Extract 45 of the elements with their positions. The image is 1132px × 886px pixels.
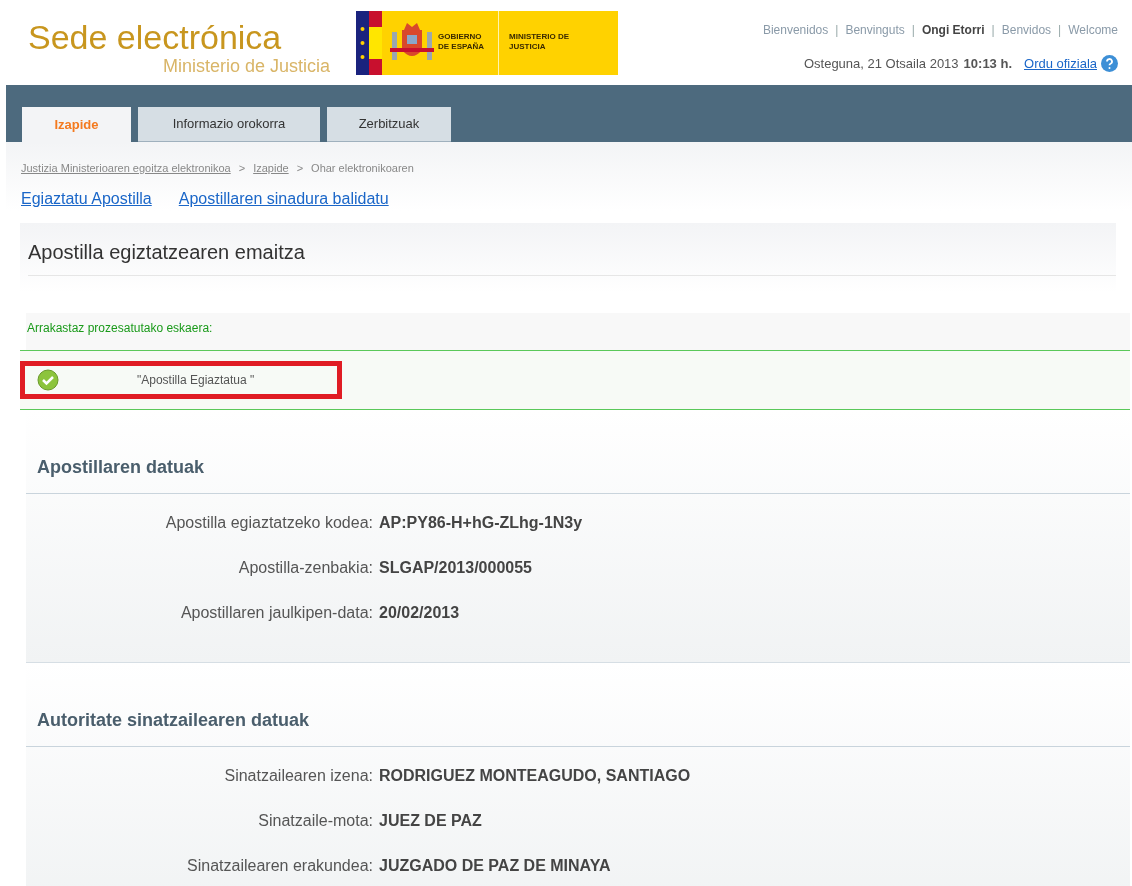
site-subtitle: Ministerio de Justicia bbox=[162, 56, 330, 76]
page-link[interactable]: Apostillaren sinadura balidatu bbox=[178, 186, 389, 211]
breadcrumb-current: Ohar elektronikoaren bbox=[311, 161, 414, 176]
section-title: Apostillaren datuak bbox=[26, 409, 1130, 494]
success-message: Arrakastaz prozesatutako eskaera: bbox=[26, 319, 214, 337]
language-link[interactable]: Benvinguts bbox=[845, 21, 905, 39]
field-value: JUZGADO DE PAZ DE MINAYA bbox=[379, 855, 611, 876]
field-value: SLGAP/2013/000055 bbox=[379, 557, 532, 578]
field-label: Sinatzaile-mota: bbox=[257, 810, 373, 831]
section-title: Autoritate sinatzailearen datuak bbox=[26, 662, 1130, 747]
breadcrumb-separator: > bbox=[296, 161, 304, 176]
field-label: Apostillaren jaulkipen-data: bbox=[179, 602, 373, 623]
language-link[interactable]: Benvidos bbox=[1001, 21, 1052, 39]
field-label: Apostilla egiaztatzeko kodea: bbox=[164, 512, 373, 533]
official-time-link[interactable]: Ordu ofiziala bbox=[1024, 54, 1097, 74]
status-text: "Apostilla Egiaztatua " bbox=[137, 371, 255, 389]
field-label: Apostilla-zenbakia: bbox=[237, 557, 373, 578]
language-link[interactable]: Ongi Etorri bbox=[921, 21, 985, 39]
logo-text: GOBIERNO DE ESPAÑA bbox=[438, 32, 486, 52]
separator: | bbox=[911, 22, 915, 39]
field-value: JUEZ DE PAZ bbox=[379, 810, 482, 831]
breadcrumb-separator: > bbox=[238, 161, 246, 176]
field-value: RODRIGUEZ MONTEAGUDO, SANTIAGO bbox=[379, 765, 691, 786]
breadcrumb-link[interactable]: Izapide bbox=[253, 160, 289, 177]
nav-tab[interactable]: Informazio orokorra bbox=[138, 107, 320, 142]
language-link[interactable]: Welcome bbox=[1068, 21, 1118, 39]
check-icon bbox=[37, 368, 59, 391]
page-title: Apostilla egiztatzearen emaitza bbox=[28, 236, 1116, 276]
field-value: 20/02/2013 bbox=[379, 602, 460, 623]
logo-text: MINISTERIO DE JUSTICIA bbox=[509, 32, 569, 52]
field-label: Sinatzailearen izena: bbox=[223, 765, 373, 786]
separator: | bbox=[835, 22, 839, 39]
help-icon[interactable] bbox=[1101, 55, 1118, 73]
nav-tab[interactable]: Zerbitzuak bbox=[327, 107, 451, 142]
page-link[interactable]: Egiaztatu Apostilla bbox=[21, 186, 152, 211]
current-date: Osteguna, 21 Otsaila 2013 bbox=[803, 55, 959, 73]
field-label: Sinatzailearen erakundea: bbox=[186, 855, 373, 876]
field-value: AP:PY86-H+hG-ZLhg-1N3y bbox=[379, 512, 583, 533]
separator: | bbox=[1058, 22, 1062, 39]
nav-tab[interactable]: Izapide bbox=[22, 107, 131, 142]
current-time: 10:13 h. bbox=[963, 55, 1012, 73]
separator: | bbox=[991, 22, 995, 39]
site-title: Sede electrónica bbox=[28, 18, 282, 56]
language-link[interactable]: Bienvenidos bbox=[762, 21, 829, 39]
breadcrumb-link[interactable]: Justizia Ministerioaren egoitza elektronikoa bbox=[21, 160, 231, 177]
